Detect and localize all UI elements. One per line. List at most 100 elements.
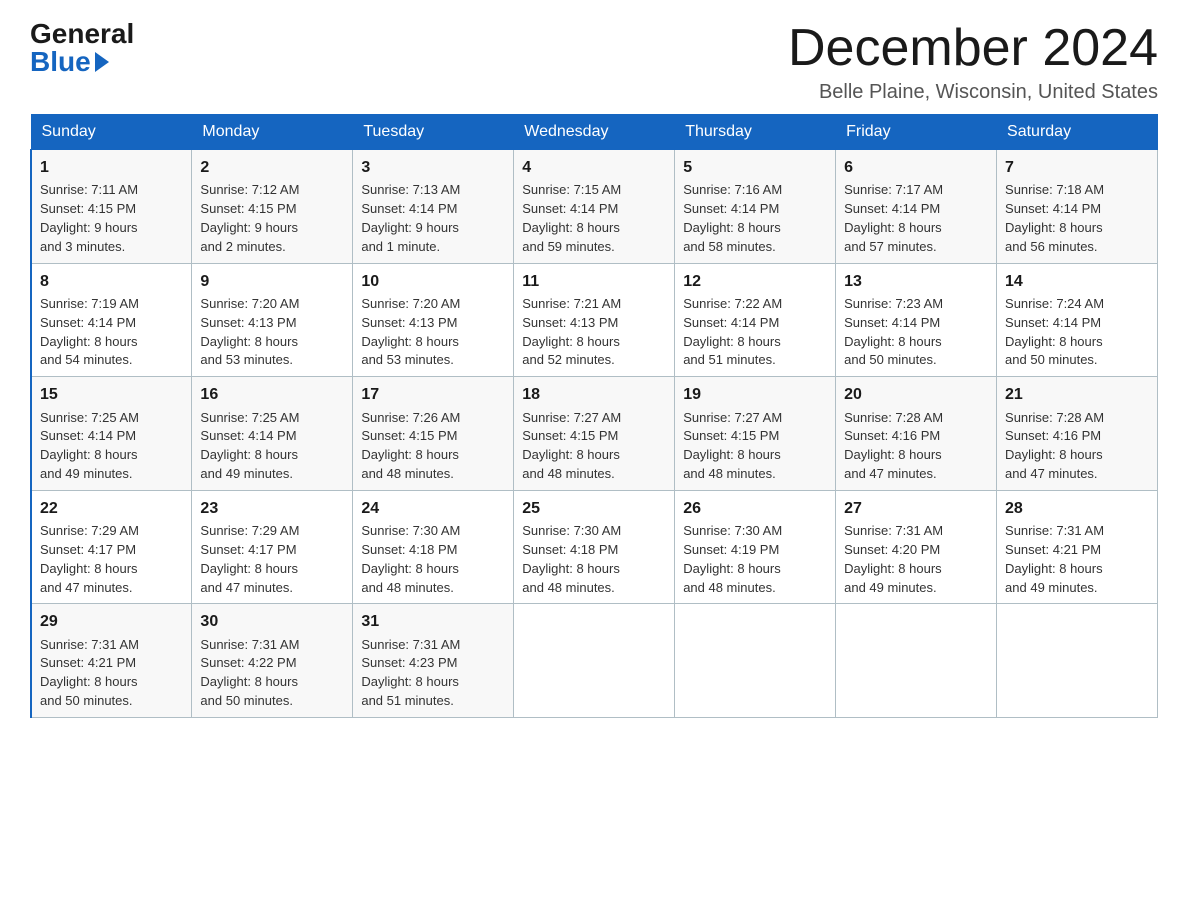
- calendar-cell: 10 Sunrise: 7:20 AMSunset: 4:13 PMDayligh…: [353, 263, 514, 377]
- calendar-cell: 13 Sunrise: 7:23 AMSunset: 4:14 PMDayligh…: [836, 263, 997, 377]
- location-subtitle: Belle Plaine, Wisconsin, United States: [788, 81, 1158, 104]
- day-info: Sunrise: 7:18 AMSunset: 4:14 PMDaylight:…: [1005, 182, 1104, 254]
- column-header-wednesday: Wednesday: [514, 115, 675, 150]
- day-info: Sunrise: 7:19 AMSunset: 4:14 PMDaylight:…: [40, 296, 139, 368]
- day-info: Sunrise: 7:20 AMSunset: 4:13 PMDaylight:…: [200, 296, 299, 368]
- day-number: 9: [200, 270, 344, 293]
- day-info: Sunrise: 7:15 AMSunset: 4:14 PMDaylight:…: [522, 182, 621, 254]
- column-header-sunday: Sunday: [31, 115, 192, 150]
- day-number: 25: [522, 497, 666, 520]
- day-number: 4: [522, 156, 666, 179]
- calendar-cell: 27 Sunrise: 7:31 AMSunset: 4:20 PMDayligh…: [836, 490, 997, 604]
- calendar-cell: 24 Sunrise: 7:30 AMSunset: 4:18 PMDayligh…: [353, 490, 514, 604]
- column-header-monday: Monday: [192, 115, 353, 150]
- month-title: December 2024: [788, 20, 1158, 77]
- day-info: Sunrise: 7:20 AMSunset: 4:13 PMDaylight:…: [361, 296, 460, 368]
- calendar-cell: 12 Sunrise: 7:22 AMSunset: 4:14 PMDayligh…: [675, 263, 836, 377]
- day-number: 13: [844, 270, 988, 293]
- day-info: Sunrise: 7:29 AMSunset: 4:17 PMDaylight:…: [40, 523, 139, 595]
- calendar-cell: 25 Sunrise: 7:30 AMSunset: 4:18 PMDayligh…: [514, 490, 675, 604]
- day-info: Sunrise: 7:31 AMSunset: 4:22 PMDaylight:…: [200, 637, 299, 709]
- day-info: Sunrise: 7:22 AMSunset: 4:14 PMDaylight:…: [683, 296, 782, 368]
- calendar-week-row: 29 Sunrise: 7:31 AMSunset: 4:21 PMDayligh…: [31, 604, 1158, 718]
- calendar-cell: 5 Sunrise: 7:16 AMSunset: 4:14 PMDaylight…: [675, 150, 836, 264]
- day-number: 8: [40, 270, 183, 293]
- day-info: Sunrise: 7:12 AMSunset: 4:15 PMDaylight:…: [200, 182, 299, 254]
- day-number: 11: [522, 270, 666, 293]
- calendar-cell: 17Sunrise: 7:26 AMSunset: 4:15 PMDayligh…: [353, 377, 514, 491]
- calendar-cell: 18 Sunrise: 7:27 AMSunset: 4:15 PMDayligh…: [514, 377, 675, 491]
- day-info: Sunrise: 7:25 AMSunset: 4:14 PMDaylight:…: [200, 410, 299, 482]
- day-info: Sunrise: 7:25 AMSunset: 4:14 PMDaylight:…: [40, 410, 139, 482]
- day-number: 24: [361, 497, 505, 520]
- day-info: Sunrise: 7:24 AMSunset: 4:14 PMDaylight:…: [1005, 296, 1104, 368]
- calendar-cell: 2Sunrise: 7:12 AMSunset: 4:15 PMDaylight…: [192, 150, 353, 264]
- day-number: 19: [683, 383, 827, 406]
- logo-blue-text: Blue: [30, 48, 91, 76]
- calendar-cell: 21 Sunrise: 7:28 AMSunset: 4:16 PMDayligh…: [997, 377, 1158, 491]
- calendar-cell: 4 Sunrise: 7:15 AMSunset: 4:14 PMDaylight…: [514, 150, 675, 264]
- day-info: Sunrise: 7:31 AMSunset: 4:21 PMDaylight:…: [1005, 523, 1104, 595]
- day-number: 3: [361, 156, 505, 179]
- day-info: Sunrise: 7:16 AMSunset: 4:14 PMDaylight:…: [683, 182, 782, 254]
- day-number: 10: [361, 270, 505, 293]
- day-info: Sunrise: 7:30 AMSunset: 4:18 PMDaylight:…: [361, 523, 460, 595]
- logo-general-text: General: [30, 20, 134, 48]
- calendar-table: SundayMondayTuesdayWednesdayThursdayFrid…: [30, 114, 1158, 718]
- calendar-cell: 29 Sunrise: 7:31 AMSunset: 4:21 PMDayligh…: [31, 604, 192, 718]
- column-header-saturday: Saturday: [997, 115, 1158, 150]
- calendar-week-row: 1 Sunrise: 7:11 AMSunset: 4:15 PMDaylight…: [31, 150, 1158, 264]
- calendar-cell: 31Sunrise: 7:31 AMSunset: 4:23 PMDayligh…: [353, 604, 514, 718]
- day-info: Sunrise: 7:31 AMSunset: 4:21 PMDaylight:…: [40, 637, 139, 709]
- day-info: Sunrise: 7:23 AMSunset: 4:14 PMDaylight:…: [844, 296, 943, 368]
- calendar-cell: 1 Sunrise: 7:11 AMSunset: 4:15 PMDaylight…: [31, 150, 192, 264]
- day-number: 14: [1005, 270, 1149, 293]
- calendar-cell: [997, 604, 1158, 718]
- calendar-cell: 20Sunrise: 7:28 AMSunset: 4:16 PMDayligh…: [836, 377, 997, 491]
- day-number: 6: [844, 156, 988, 179]
- logo: General Blue: [30, 20, 134, 76]
- day-number: 30: [200, 610, 344, 633]
- calendar-cell: 6Sunrise: 7:17 AMSunset: 4:14 PMDaylight…: [836, 150, 997, 264]
- calendar-week-row: 22 Sunrise: 7:29 AMSunset: 4:17 PMDayligh…: [31, 490, 1158, 604]
- day-info: Sunrise: 7:31 AMSunset: 4:20 PMDaylight:…: [844, 523, 943, 595]
- calendar-cell: 7 Sunrise: 7:18 AMSunset: 4:14 PMDaylight…: [997, 150, 1158, 264]
- calendar-cell: [514, 604, 675, 718]
- title-section: December 2024 Belle Plaine, Wisconsin, U…: [788, 20, 1158, 104]
- day-info: Sunrise: 7:13 AMSunset: 4:14 PMDaylight:…: [361, 182, 460, 254]
- day-number: 1: [40, 156, 183, 179]
- calendar-cell: 8 Sunrise: 7:19 AMSunset: 4:14 PMDaylight…: [31, 263, 192, 377]
- day-info: Sunrise: 7:26 AMSunset: 4:15 PMDaylight:…: [361, 410, 460, 482]
- calendar-cell: [675, 604, 836, 718]
- day-number: 21: [1005, 383, 1149, 406]
- calendar-week-row: 15 Sunrise: 7:25 AMSunset: 4:14 PMDayligh…: [31, 377, 1158, 491]
- calendar-cell: 26 Sunrise: 7:30 AMSunset: 4:19 PMDayligh…: [675, 490, 836, 604]
- day-number: 16: [200, 383, 344, 406]
- day-info: Sunrise: 7:11 AMSunset: 4:15 PMDaylight:…: [40, 182, 138, 254]
- calendar-header-row: SundayMondayTuesdayWednesdayThursdayFrid…: [31, 115, 1158, 150]
- day-number: 18: [522, 383, 666, 406]
- day-info: Sunrise: 7:27 AMSunset: 4:15 PMDaylight:…: [522, 410, 621, 482]
- calendar-cell: 23Sunrise: 7:29 AMSunset: 4:17 PMDayligh…: [192, 490, 353, 604]
- day-number: 29: [40, 610, 183, 633]
- day-number: 5: [683, 156, 827, 179]
- day-number: 22: [40, 497, 183, 520]
- day-number: 28: [1005, 497, 1149, 520]
- day-info: Sunrise: 7:28 AMSunset: 4:16 PMDaylight:…: [1005, 410, 1104, 482]
- calendar-cell: [836, 604, 997, 718]
- day-number: 15: [40, 383, 183, 406]
- day-number: 27: [844, 497, 988, 520]
- day-info: Sunrise: 7:30 AMSunset: 4:19 PMDaylight:…: [683, 523, 782, 595]
- column-header-friday: Friday: [836, 115, 997, 150]
- calendar-cell: 16 Sunrise: 7:25 AMSunset: 4:14 PMDayligh…: [192, 377, 353, 491]
- day-info: Sunrise: 7:30 AMSunset: 4:18 PMDaylight:…: [522, 523, 621, 595]
- day-info: Sunrise: 7:21 AMSunset: 4:13 PMDaylight:…: [522, 296, 621, 368]
- calendar-cell: 28 Sunrise: 7:31 AMSunset: 4:21 PMDayligh…: [997, 490, 1158, 604]
- logo-triangle-icon: [95, 52, 109, 72]
- day-info: Sunrise: 7:31 AMSunset: 4:23 PMDaylight:…: [361, 637, 460, 709]
- day-number: 7: [1005, 156, 1149, 179]
- day-number: 26: [683, 497, 827, 520]
- day-number: 12: [683, 270, 827, 293]
- day-number: 23: [200, 497, 344, 520]
- page-header: General Blue December 2024 Belle Plaine,…: [30, 20, 1158, 104]
